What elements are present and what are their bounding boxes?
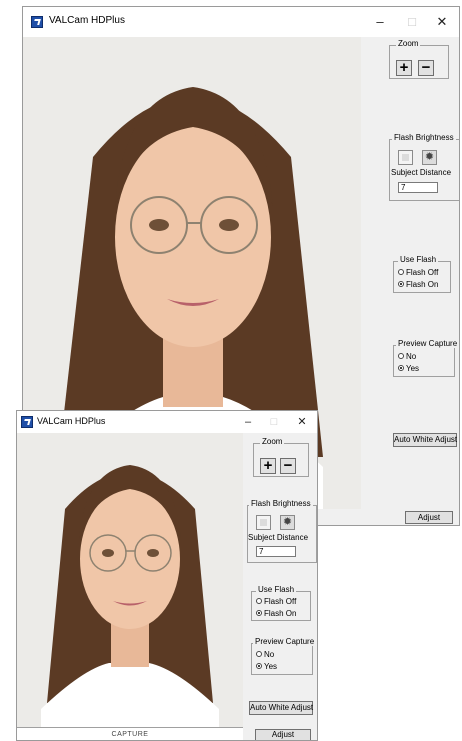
subject-distance-label: Subject Distance [248, 533, 309, 542]
flash-on-radio[interactable]: Flash On [256, 609, 296, 619]
zoom-label: Zoom [260, 437, 285, 446]
flash-off-label: Flash Off [406, 268, 439, 277]
radio-dot [398, 268, 404, 275]
window-title: VALCam HDPlus [49, 15, 125, 26]
window-title: VALCam HDPlus [37, 416, 106, 426]
maximize-icon: □ [408, 14, 416, 29]
flash-brightness-group: Flash Brightness ✹ Subject Distance 7 [247, 499, 317, 563]
maximize-icon: □ [270, 416, 278, 428]
flash-bright-icon[interactable]: ✹ [422, 150, 437, 165]
radio-dot-selected [256, 662, 262, 669]
controls-panel: Zoom + − Flash Brightness ✹ Subject Dist… [361, 37, 459, 525]
preview-no-label: No [406, 352, 417, 361]
subject-distance-field[interactable]: 7 [398, 182, 438, 193]
portrait-image [17, 433, 243, 727]
preview-yes-radio[interactable]: Yes [398, 364, 419, 374]
use-flash-label: Use Flash [398, 255, 439, 264]
minimize-icon[interactable]: – [365, 11, 395, 33]
radio-dot [256, 597, 262, 604]
preview-no-radio[interactable]: No [398, 352, 416, 362]
flash-brightness-label: Flash Brightness [249, 499, 313, 508]
auto-white-adjust-button[interactable]: Auto White Adjust [393, 433, 457, 447]
use-flash-group: Use Flash Flash Off Flash On [393, 255, 451, 293]
radio-dot-selected [256, 609, 262, 616]
radio-dot-selected [398, 364, 404, 371]
preview-no-label: No [264, 650, 275, 659]
auto-white-adjust-button[interactable]: Auto White Adjust [249, 701, 313, 715]
flash-on-radio[interactable]: Flash On [398, 280, 438, 290]
app-window-front: VALCam HDPlus – □ ✕ CAPTURE Zoom + − Fla… [16, 410, 318, 741]
capture-bar[interactable]: CAPTURE [17, 727, 243, 740]
title-bar[interactable]: VALCam HDPlus – □ ✕ [17, 411, 317, 433]
flash-dim-icon[interactable] [256, 515, 271, 530]
zoom-group: Zoom + − [389, 39, 449, 79]
zoom-out-icon[interactable]: − [418, 60, 434, 76]
radio-dot [398, 352, 404, 359]
preview-yes-label: Yes [264, 662, 278, 671]
preview-no-radio[interactable]: No [256, 650, 274, 660]
flash-dim-icon[interactable] [398, 150, 413, 165]
app-icon [21, 416, 33, 428]
zoom-in-icon[interactable]: + [396, 60, 412, 76]
zoom-label: Zoom [396, 39, 421, 48]
radio-dot [256, 650, 262, 657]
subject-distance-field[interactable]: 7 [256, 546, 296, 557]
flash-brightness-group: Flash Brightness ✹ Subject Distance 7 [389, 133, 459, 201]
close-icon[interactable]: ✕ [287, 412, 317, 432]
radio-dot-selected [398, 280, 404, 287]
title-bar[interactable]: VALCam HDPlus – □ ✕ [23, 7, 459, 37]
preview-capture-label: Preview Capture [253, 637, 317, 646]
flash-off-radio[interactable]: Flash Off [398, 268, 438, 278]
flash-on-label: Flash On [264, 609, 297, 618]
preview-yes-radio[interactable]: Yes [256, 662, 277, 672]
flash-on-label: Flash On [406, 280, 439, 289]
camera-preview [17, 433, 243, 727]
flash-bright-icon[interactable]: ✹ [280, 515, 295, 530]
flash-off-label: Flash Off [264, 597, 297, 606]
use-flash-group: Use Flash Flash Off Flash On [251, 585, 311, 621]
zoom-in-icon[interactable]: + [260, 458, 276, 474]
subject-distance-label: Subject Distance [391, 168, 452, 177]
app-icon [31, 16, 43, 28]
flash-brightness-label: Flash Brightness [392, 133, 456, 142]
zoom-out-icon[interactable]: − [280, 458, 296, 474]
adjust-button[interactable]: Adjust [255, 729, 311, 740]
close-icon[interactable]: ✕ [427, 11, 457, 33]
adjust-button[interactable]: Adjust [405, 511, 453, 524]
preview-capture-group: Preview Capture No Yes [251, 637, 317, 675]
preview-yes-label: Yes [406, 364, 420, 373]
zoom-group: Zoom + − [253, 437, 309, 477]
controls-panel: Zoom + − Flash Brightness ✹ Subject Dist… [243, 433, 317, 740]
use-flash-label: Use Flash [256, 585, 297, 594]
preview-capture-label: Preview Capture [396, 339, 459, 348]
preview-capture-group: Preview Capture No Yes [393, 339, 459, 377]
flash-off-radio[interactable]: Flash Off [256, 597, 296, 607]
